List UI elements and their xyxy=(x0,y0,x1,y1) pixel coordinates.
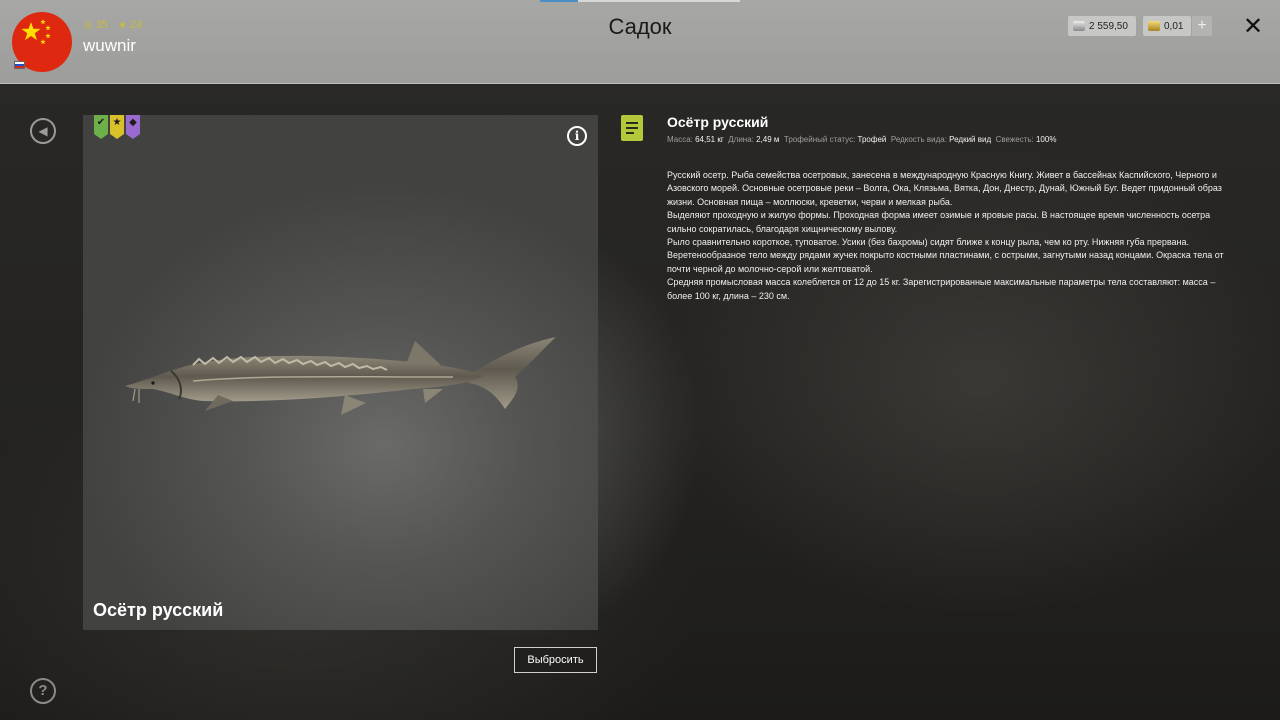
tab-indicator xyxy=(540,0,578,2)
fish-badges: ✔ ★ ◆ xyxy=(94,115,140,139)
help-icon[interactable]: ? xyxy=(30,678,56,704)
fish-properties: Масса: 64,51 кг Длина: 2,49 м Трофейный … xyxy=(667,135,1056,144)
fish-preview-panel: ✔ ★ ◆ i Осётр русский xyxy=(83,115,598,630)
description-paragraph: Русский осетр. Рыба семейства осетровых,… xyxy=(667,170,1222,207)
property-label: Редкость вида: xyxy=(890,135,947,144)
description-paragraph: Рыло сравнительно короткое, туповатое. У… xyxy=(667,237,1224,274)
diamond-ribbon-icon: ◆ xyxy=(126,115,140,139)
top-bar: ◎ 35 ★ 24 wuwnir Садок 2 559,50 0,01 + ✕ xyxy=(0,0,1280,84)
gold-balance-value: 0,01 xyxy=(1164,20,1184,32)
mass-value: 64,51 кг xyxy=(695,135,724,144)
note-icon xyxy=(621,115,643,141)
silver-coins-icon xyxy=(1073,21,1085,31)
trophy-status-value: Трофей xyxy=(857,135,887,144)
language-flag-icon xyxy=(14,61,25,69)
fish-name-caption: Осётр русский xyxy=(93,600,224,620)
property-label: Свежесть: xyxy=(995,135,1034,144)
sturgeon-image xyxy=(125,337,556,415)
info-icon[interactable]: i xyxy=(567,126,587,146)
fish-title: Осётр русский xyxy=(667,114,769,130)
gold-coins-icon xyxy=(1148,21,1160,31)
silver-balance-value: 2 559,50 xyxy=(1089,20,1128,32)
check-ribbon-icon: ✔ xyxy=(94,115,108,139)
freshness-value: 100% xyxy=(1035,135,1057,144)
rarity-value: Редкий вид xyxy=(949,135,992,144)
fish-description: Русский осетр. Рыба семейства осетровых,… xyxy=(667,169,1242,303)
add-currency-button[interactable]: + xyxy=(1192,16,1212,36)
description-paragraph: Выделяют проходную и жилую формы. Проход… xyxy=(667,210,1211,234)
release-button[interactable]: Выбросить xyxy=(514,647,597,673)
gold-balance: 0,01 xyxy=(1143,16,1191,36)
description-paragraph: Средняя промысловая масса колеблется от … xyxy=(667,277,1216,301)
back-arrow-icon[interactable]: ◀ xyxy=(30,118,56,144)
property-label: Длина: xyxy=(728,135,754,144)
silver-balance: 2 559,50 xyxy=(1068,16,1136,36)
tab-indicator-secondary xyxy=(578,0,740,2)
close-button[interactable]: ✕ xyxy=(1240,14,1266,40)
length-value: 2,49 м xyxy=(756,135,780,144)
star-ribbon-icon: ★ xyxy=(110,115,124,139)
property-label: Масса: xyxy=(667,135,693,144)
property-label: Трофейный статус: xyxy=(783,135,856,144)
